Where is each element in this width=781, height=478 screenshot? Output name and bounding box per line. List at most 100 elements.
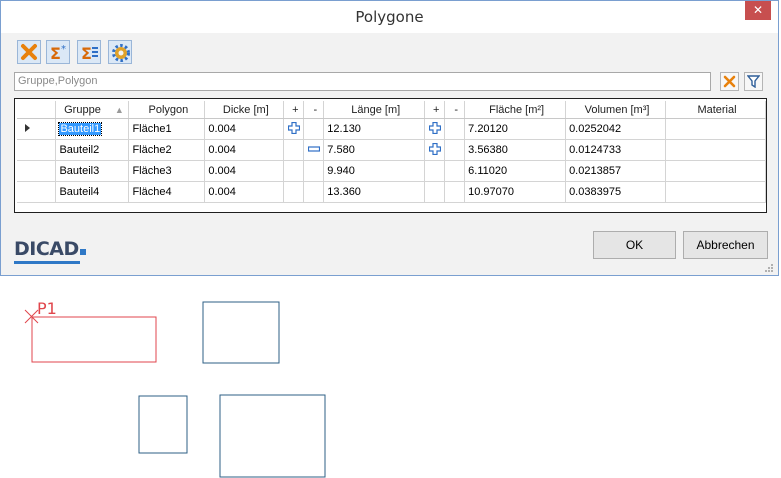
polygon-flaeche4[interactable] [219, 394, 326, 478]
cell-volumen[interactable]: 0.0124733 [565, 139, 666, 161]
cell-dicke[interactable]: 0.004 [204, 160, 285, 182]
cell-dicke[interactable]: 0.004 [204, 118, 285, 140]
header-volumen[interactable]: Volumen [m³] [565, 101, 666, 119]
header-row: Gruppe ▲ Polygon Dicke [m] + - Länge [m] … [17, 101, 766, 119]
cell-laenge[interactable]: 9.940 [323, 160, 426, 182]
table-row[interactable]: Bauteil4 Fläche4 0.004 13.360 10.97070 0.0383… [17, 181, 766, 203]
cell-flaeche[interactable]: 6.11020 [464, 160, 567, 182]
cell-minus-2[interactable] [444, 118, 466, 140]
polygon-flaeche2[interactable] [202, 301, 280, 364]
sigma-star-icon: Σ * [50, 44, 66, 63]
cell-flaeche[interactable]: 10.97070 [464, 181, 567, 203]
row-indicator[interactable] [17, 181, 57, 203]
cell-plus-2[interactable] [424, 181, 446, 203]
header-material[interactable]: Material [665, 101, 766, 119]
cell-minus-2[interactable] [444, 160, 466, 182]
cancel-button[interactable]: Abbrechen [683, 231, 768, 259]
cell-minus-1[interactable] [303, 181, 325, 203]
cell-plus-2[interactable] [424, 160, 446, 182]
header-minus-1[interactable]: - [303, 101, 325, 119]
cell-volumen[interactable]: 0.0213857 [565, 160, 666, 182]
resize-grip-icon[interactable] [764, 263, 774, 273]
cell-laenge-value: 13.360 [327, 186, 361, 198]
settings-button[interactable] [108, 40, 132, 64]
row-indicator[interactable] [17, 139, 57, 161]
funnel-icon [747, 75, 760, 88]
cell-material[interactable] [665, 139, 766, 161]
cell-gruppe[interactable]: Bauteil3 [55, 160, 130, 182]
cell-material[interactable] [665, 181, 766, 203]
header-dicke[interactable]: Dicke [m] [204, 101, 285, 119]
header-polygon[interactable]: Polygon [128, 101, 206, 119]
minus-icon [307, 145, 320, 152]
current-row-arrow-icon [25, 123, 30, 132]
header-flaeche[interactable]: Fläche [m²] [464, 101, 567, 119]
cell-polygon[interactable]: Fläche2 [128, 139, 206, 161]
title-bar[interactable]: Polygone ✕ [1, 1, 778, 33]
cell-plus-2[interactable] [424, 118, 446, 140]
cell-plus-1[interactable] [283, 160, 305, 182]
sigma-glyph: Σ [81, 44, 92, 63]
close-button[interactable]: ✕ [745, 1, 771, 20]
cell-volumen[interactable]: 0.0252042 [565, 118, 666, 140]
cell-minus-1[interactable] [303, 139, 325, 161]
header-gruppe[interactable]: Gruppe ▲ [55, 101, 130, 119]
clear-filter-button[interactable] [720, 72, 739, 91]
cell-polygon[interactable]: Fläche4 [128, 181, 206, 203]
cell-dicke-value: 0.004 [208, 123, 236, 135]
ok-button[interactable]: OK [593, 231, 676, 259]
cell-gruppe-value: Bauteil1 [58, 122, 103, 136]
cell-plus-1[interactable] [283, 139, 305, 161]
cell-material[interactable] [665, 160, 766, 182]
cell-dicke[interactable]: 0.004 [204, 139, 285, 161]
cell-gruppe[interactable]: Bauteil1 [55, 118, 130, 140]
header-minus-2[interactable]: - [444, 101, 466, 119]
cell-minus-2[interactable] [444, 181, 466, 203]
logo-underline [14, 261, 80, 264]
cell-laenge[interactable]: 12.130 [323, 118, 426, 140]
cell-minus-1[interactable] [303, 118, 325, 140]
cad-drawing-area[interactable]: P1 [0, 277, 781, 478]
cell-plus-1[interactable] [283, 181, 305, 203]
row-indicator[interactable] [17, 118, 57, 140]
cell-dicke-value: 0.004 [208, 165, 236, 177]
cell-laenge[interactable]: 13.360 [323, 181, 426, 203]
cell-polygon[interactable]: Fläche3 [128, 160, 206, 182]
table-row[interactable]: Bauteil2 Fläche2 0.004 7.580 3.56380 0.012473… [17, 139, 766, 161]
cell-polygon[interactable]: Fläche1 [128, 118, 206, 140]
table-row[interactable]: Bauteil1 Fläche1 0.004 12.130 7.20120 0.02520… [17, 118, 766, 140]
row-indicator[interactable] [17, 160, 57, 182]
filter-input[interactable]: Gruppe,Polygon [14, 72, 711, 91]
cell-dicke[interactable]: 0.004 [204, 181, 285, 203]
dialog-title: Polygone [355, 8, 424, 26]
polygon-flaeche1[interactable] [31, 316, 157, 363]
cell-gruppe[interactable]: Bauteil4 [55, 181, 130, 203]
red-x-icon [21, 44, 37, 60]
cell-dicke-value: 0.004 [208, 186, 236, 198]
filter-button[interactable] [744, 72, 763, 91]
cell-volumen[interactable]: 0.0383975 [565, 181, 666, 203]
sort-ascending-icon: ▲ [114, 104, 124, 115]
cell-flaeche[interactable]: 3.56380 [464, 139, 567, 161]
cell-laenge[interactable]: 7.580 [323, 139, 426, 161]
polygon-flaeche3[interactable] [138, 395, 188, 454]
cell-polygon-value: Fläche3 [132, 165, 172, 177]
sum-list-button[interactable]: Σ [77, 40, 101, 64]
cell-minus-2[interactable] [444, 139, 466, 161]
cell-plus-2[interactable] [424, 139, 446, 161]
cell-polygon-value: Fläche2 [132, 144, 172, 156]
cell-gruppe[interactable]: Bauteil2 [55, 139, 130, 161]
cell-minus-1[interactable] [303, 160, 325, 182]
sum-star-button[interactable]: Σ * [46, 40, 70, 64]
sigma-glyph: Σ [50, 44, 61, 63]
cell-flaeche[interactable]: 7.20120 [464, 118, 567, 140]
header-plus-2[interactable]: + [424, 101, 446, 119]
delete-button[interactable] [17, 40, 41, 64]
close-icon: ✕ [752, 3, 764, 17]
polygon-table: Gruppe ▲ Polygon Dicke [m] + - Länge [m] … [14, 98, 767, 213]
cell-plus-1[interactable] [283, 118, 305, 140]
header-plus-1[interactable]: + [283, 101, 305, 119]
cell-material[interactable] [665, 118, 766, 140]
header-laenge[interactable]: Länge [m] [323, 101, 426, 119]
table-row[interactable]: Bauteil3 Fläche3 0.004 9.940 6.11020 0.021385… [17, 160, 766, 182]
